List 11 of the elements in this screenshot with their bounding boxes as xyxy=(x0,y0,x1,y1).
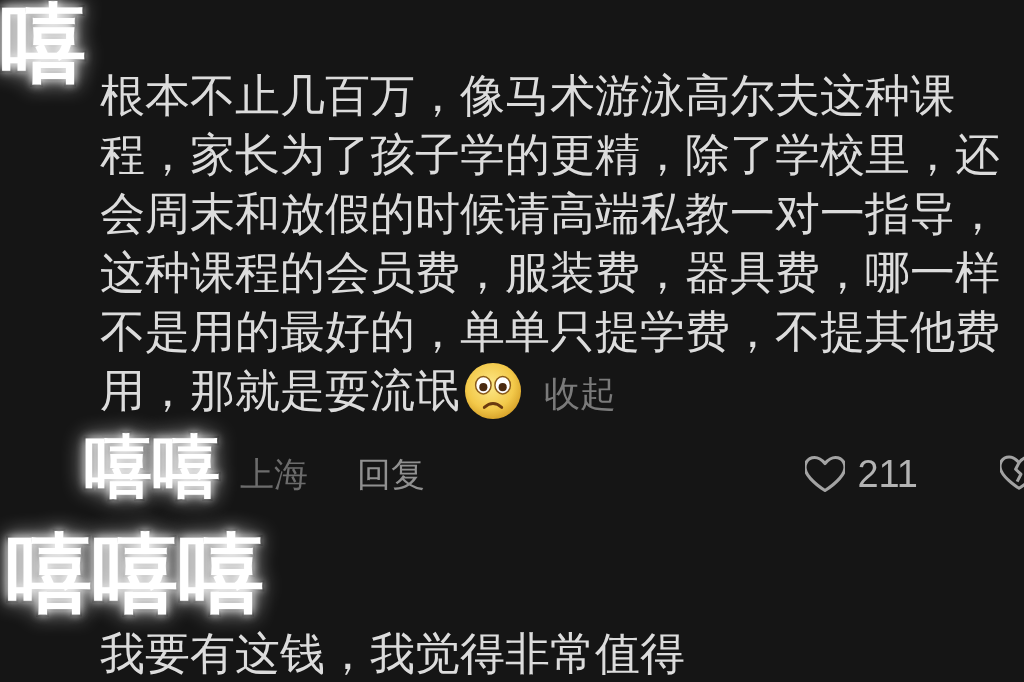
reply-button[interactable]: 回复 xyxy=(357,457,425,492)
sticker-text: 嘻 xyxy=(0,0,86,86)
sticker-text: 嘻嘻嘻 xyxy=(6,530,264,616)
location-label: 上海 xyxy=(240,457,308,492)
comment-text: 根本不止几百万，像马术游泳高尔夫这种课程，家长为了孩子学的更精，除了学校里，还会周末和放假的时候请高端私教一对一指导，这种课程的会员费，服装费，器具费，哪一样不是用的最好的，单单只提学费，不提其他费用，那就是耍流氓 收起 xyxy=(100,66,1005,427)
collapse-link[interactable]: 收起 xyxy=(544,364,616,423)
comment-text: 我要有这钱，我觉得非常值得 xyxy=(100,627,686,682)
heart-icon[interactable] xyxy=(805,455,846,494)
frowning-face-icon xyxy=(464,362,522,421)
sticker-text: 嘻嘻 xyxy=(84,432,220,500)
like-count: 211 xyxy=(857,455,918,494)
